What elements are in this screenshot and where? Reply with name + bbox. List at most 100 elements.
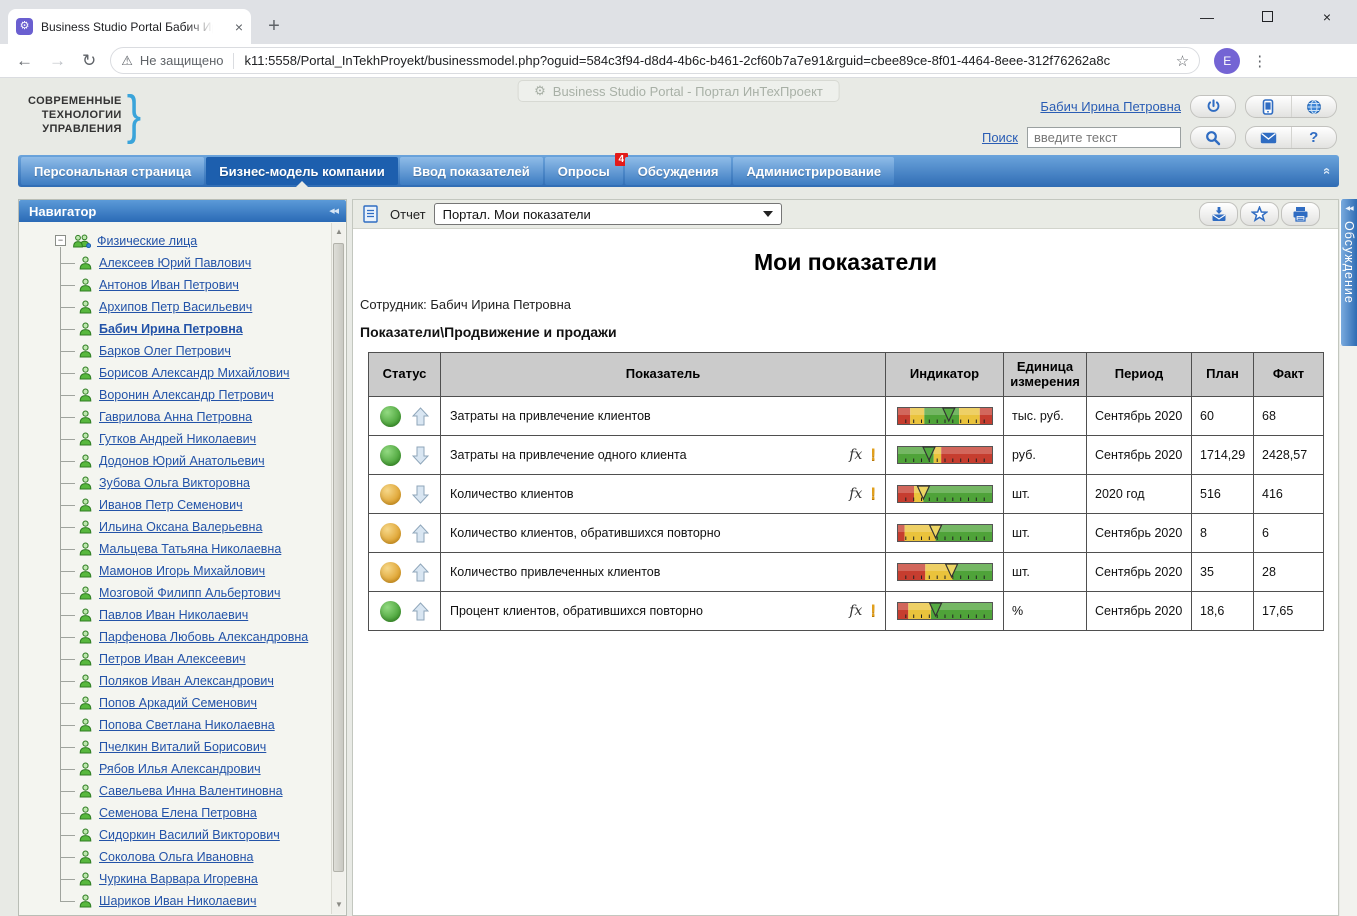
- nav-item-business-model[interactable]: Бизнес-модель компании: [206, 157, 397, 185]
- url-text[interactable]: k11:5558/Portal_InTekhProyekt/businessmo…: [244, 53, 1167, 68]
- person-link[interactable]: Пчелкин Виталий Борисович: [99, 740, 266, 754]
- window-maximize-button[interactable]: [1237, 9, 1297, 25]
- person-link[interactable]: Зубова Ольга Викторовна: [99, 476, 250, 490]
- report-actions: [1199, 202, 1320, 226]
- person-link[interactable]: Семенова Елена Петровна: [99, 806, 257, 820]
- person-link[interactable]: Павлов Иван Николаевич: [99, 608, 248, 622]
- logo-line: СОВРЕМЕННЫЕ: [28, 94, 122, 108]
- mobile-version-button[interactable]: [1246, 96, 1291, 117]
- status-yellow-icon: [380, 562, 401, 583]
- person-link[interactable]: Гутков Андрей Николаевич: [99, 432, 256, 446]
- person-link[interactable]: Ильина Оксана Валерьевна: [99, 520, 262, 534]
- nav-item-personal-page[interactable]: Персональная страница: [21, 157, 204, 185]
- nav-item-indicator-input[interactable]: Ввод показателей: [400, 157, 543, 185]
- indicator-name-cell: Количество привлеченных клиентов: [441, 553, 886, 592]
- indicator-name-cell: Количество клиентовfx!: [441, 475, 886, 514]
- tree-person-item: Бабич Ирина Петровна: [60, 318, 331, 340]
- tree-expander[interactable]: −: [55, 235, 66, 246]
- tree-connector: [60, 659, 75, 660]
- person-link[interactable]: Алексеев Юрий Павлович: [99, 256, 251, 270]
- person-link[interactable]: Додонов Юрий Анатольевич: [99, 454, 265, 468]
- table-body: Затраты на привлечение клиентовтыс. руб.…: [369, 397, 1324, 631]
- person-link[interactable]: Шариков Иван Николаевич: [99, 894, 256, 908]
- person-link[interactable]: Соколова Ольга Ивановна: [99, 850, 253, 864]
- person-link[interactable]: Мальцева Татьяна Николаевна: [99, 542, 281, 556]
- current-user-link[interactable]: Бабич Ирина Петровна: [1040, 99, 1181, 114]
- reload-icon[interactable]: ↻: [82, 51, 96, 71]
- person-link[interactable]: Савельева Инна Валентиновна: [99, 784, 283, 798]
- tree-connector: [60, 637, 75, 638]
- new-tab-button[interactable]: +: [262, 15, 286, 38]
- nav-collapse-icon[interactable]: «: [1320, 167, 1335, 174]
- person-icon: [79, 476, 92, 490]
- person-link[interactable]: Чуркина Варвара Игоревна: [99, 872, 258, 886]
- tree-root-link[interactable]: Физические лица: [97, 234, 197, 248]
- scroll-down-icon[interactable]: ▼: [332, 898, 346, 912]
- url-omnibox[interactable]: ⚠ Не защищено k11:5558/Portal_InTekhProy…: [110, 47, 1200, 74]
- person-link[interactable]: Бабич Ирина Петровна: [99, 322, 243, 336]
- person-link[interactable]: Попов Аркадий Семенович: [99, 696, 257, 710]
- browser-menu-icon[interactable]: ⋮: [1252, 52, 1267, 70]
- report-select[interactable]: Портал. Мои показатели: [434, 203, 782, 225]
- profile-avatar[interactable]: E: [1214, 48, 1240, 74]
- scrollbar-thumb[interactable]: [333, 243, 344, 872]
- export-button[interactable]: [1199, 202, 1238, 226]
- portal-title: Business Studio Portal - Портал ИнТехПро…: [553, 84, 823, 99]
- person-link[interactable]: Воронин Александр Петрович: [99, 388, 274, 402]
- logout-button[interactable]: [1190, 95, 1236, 118]
- person-link[interactable]: Рябов Илья Александрович: [99, 762, 261, 776]
- tree-person-item: Петров Иван Алексеевич: [60, 648, 331, 670]
- window-close-button[interactable]: ×: [1297, 9, 1357, 25]
- search-link[interactable]: Поиск: [982, 130, 1018, 145]
- person-link[interactable]: Антонов Иван Петрович: [99, 278, 239, 292]
- tree-person-item: Савельева Инна Валентиновна: [60, 780, 331, 802]
- person-link[interactable]: Мамонов Игорь Михайлович: [99, 564, 265, 578]
- people-group-icon: [73, 234, 91, 248]
- tree-connector: [60, 285, 75, 286]
- tree-person-item: Поляков Иван Александрович: [60, 670, 331, 692]
- person-link[interactable]: Мозговой Филипп Альбертович: [99, 586, 280, 600]
- person-link[interactable]: Попова Светлана Николаевна: [99, 718, 275, 732]
- indicator-name-cell: Количество клиентов, обратившихся повтор…: [441, 514, 886, 553]
- language-button[interactable]: [1291, 96, 1337, 117]
- star-icon: [1251, 206, 1268, 222]
- browser-tab[interactable]: ⚙ Business Studio Portal Бабич Ир ×: [8, 9, 251, 44]
- alert-icon: !: [870, 601, 876, 621]
- navigator-collapse-icon[interactable]: ◀◀: [329, 207, 338, 215]
- search-button[interactable]: [1190, 126, 1236, 149]
- favicon-gear-icon: ⚙: [16, 18, 33, 35]
- person-icon: [79, 630, 92, 644]
- back-icon[interactable]: ←: [16, 51, 33, 71]
- status-cell: [369, 397, 441, 436]
- search-input[interactable]: [1027, 127, 1181, 148]
- person-link[interactable]: Парфенова Любовь Александровна: [99, 630, 308, 644]
- indicator-name: Количество привлеченных клиентов: [450, 565, 876, 579]
- person-link[interactable]: Гаврилова Анна Петровна: [99, 410, 252, 424]
- person-link[interactable]: Поляков Иван Александрович: [99, 674, 274, 688]
- person-icon: [79, 564, 92, 578]
- tab-close-icon[interactable]: ×: [235, 19, 243, 35]
- forward-icon: →: [49, 51, 66, 71]
- window-minimize-button[interactable]: —: [1177, 9, 1237, 25]
- tree-person-item: Мозговой Филипп Альбертович: [60, 582, 331, 604]
- formula-icon: fx: [849, 603, 862, 619]
- nav-item-administration[interactable]: Администрирование: [733, 157, 894, 185]
- nav-item-discussions[interactable]: Обсуждения: [625, 157, 732, 185]
- not-secure-warning-icon[interactable]: ⚠: [121, 53, 133, 69]
- discussion-label: Обсуждение: [1342, 221, 1356, 304]
- tree-connector: [60, 813, 75, 814]
- bookmark-star-icon[interactable]: ☆: [1176, 52, 1189, 70]
- person-link[interactable]: Петров Иван Алексеевич: [99, 652, 246, 666]
- person-link[interactable]: Архипов Петр Васильевич: [99, 300, 252, 314]
- person-link[interactable]: Барков Олег Петрович: [99, 344, 231, 358]
- print-button[interactable]: [1281, 202, 1320, 226]
- person-link[interactable]: Борисов Александр Михайлович: [99, 366, 290, 380]
- help-button[interactable]: ?: [1291, 127, 1337, 148]
- person-link[interactable]: Иванов Петр Семенович: [99, 498, 243, 512]
- discussion-side-tab[interactable]: ◀◀ Обсуждение: [1340, 199, 1357, 346]
- nav-item-surveys[interactable]: Опросы4: [545, 157, 623, 185]
- person-link[interactable]: Сидоркин Василий Викторович: [99, 828, 280, 842]
- messages-button[interactable]: [1246, 127, 1291, 148]
- scroll-up-icon[interactable]: ▲: [332, 225, 346, 239]
- favorite-button[interactable]: [1240, 202, 1279, 226]
